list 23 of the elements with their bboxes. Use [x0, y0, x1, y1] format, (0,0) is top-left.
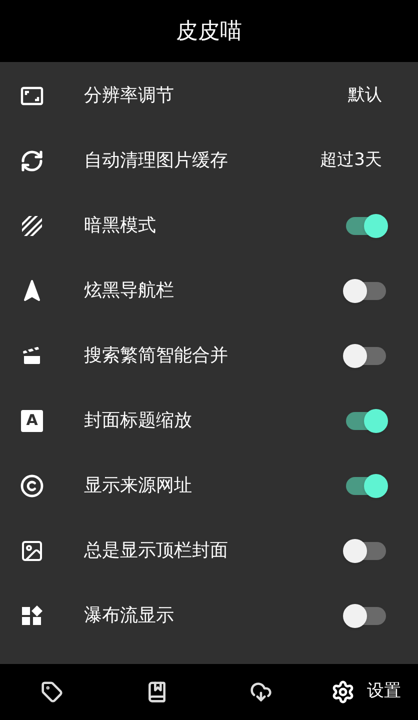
- setting-label: 暗黑模式: [84, 214, 157, 238]
- letter-icon: A: [21, 410, 43, 432]
- setting-label: 总是显示顶栏封面: [84, 539, 229, 563]
- setting-label: 分辨率调节: [84, 84, 175, 108]
- settings-row[interactable]: 暗黑模式: [0, 193, 418, 258]
- settings-row[interactable]: 总是显示顶栏封面: [0, 518, 418, 583]
- settings-row[interactable]: 分辨率调节 默认: [0, 63, 418, 128]
- settings-row[interactable]: 炫黑导航栏: [0, 258, 418, 323]
- setting-value: 超过3天: [320, 148, 382, 172]
- app-title: 皮皮喵: [176, 18, 242, 46]
- setting-value: 默认: [348, 84, 382, 107]
- setting-label: 封面标题缩放: [84, 409, 193, 433]
- settings-row[interactable]: A 封面标题缩放: [0, 388, 418, 453]
- settings-row[interactable]: 显示来源网址: [0, 453, 418, 518]
- setting-label: 炫黑导航栏: [84, 279, 175, 303]
- settings-row[interactable]: 搜索繁简智能合并: [0, 323, 418, 388]
- setting-label: 自动清理图片缓存: [84, 149, 229, 173]
- setting-label: 显示来源网址: [84, 474, 193, 498]
- setting-label: 搜索繁简智能合并: [84, 344, 229, 368]
- settings-row[interactable]: 自动清理图片缓存 超过3天: [0, 128, 418, 193]
- setting-label: 瀑布流显示: [84, 604, 175, 628]
- settings-row[interactable]: 瀑布流显示: [0, 583, 418, 648]
- nav-tab[interactable]: 设置: [314, 664, 418, 720]
